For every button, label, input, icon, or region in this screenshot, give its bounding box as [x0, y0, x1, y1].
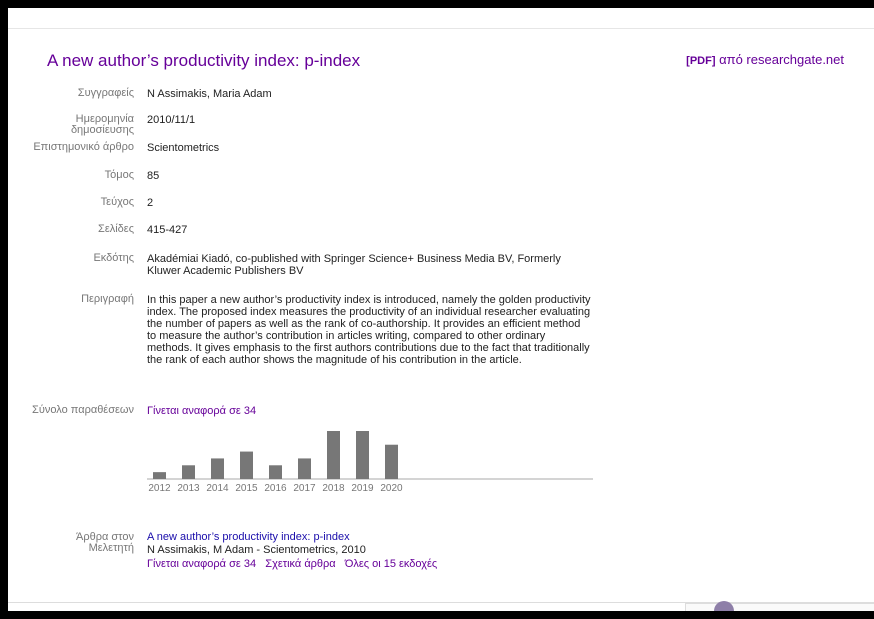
year-tick-2020: 2020 [380, 483, 403, 494]
year-tick-2016: 2016 [264, 483, 287, 494]
citation-bar-2016[interactable] [269, 465, 282, 479]
citation-bar-2015[interactable] [240, 451, 253, 479]
scholar-versions-link[interactable]: Όλες οι 15 εκδοχές [345, 558, 437, 570]
citation-bar-2018[interactable] [327, 431, 340, 479]
description-value: In this paper a new author’s productivit… [147, 294, 591, 366]
year-tick-2018: 2018 [322, 483, 345, 494]
date-value: 2010/11/1 [147, 114, 196, 126]
issue-value: 2 [147, 197, 154, 209]
volume-value: 85 [147, 170, 160, 182]
scholar-article-link[interactable]: A new author’s productivity index: p-ind… [147, 531, 597, 543]
scholar-links: Γίνεται αναφορά σε 34 Σχετικά άρθρα Όλες… [147, 558, 597, 570]
scholar-cited-by-link[interactable]: Γίνεται αναφορά σε 34 [147, 558, 256, 570]
issue-label: Τεύχος [100, 196, 134, 208]
journal-label: Επιστημονικό άρθρο [33, 141, 134, 153]
pages-label: Σελίδες [98, 223, 134, 235]
article-page: A new author’s productivity index: p-ind… [8, 8, 874, 611]
authors-value: N Assimakis, Maria Adam [147, 88, 272, 100]
pages-value: 415-427 [147, 224, 188, 236]
pdf-source: από researchgate.net [719, 52, 844, 67]
citations-label: Σύνολο παραθέσεων [32, 404, 134, 416]
article-title-link[interactable]: A new author’s productivity index: p-ind… [47, 51, 360, 71]
description-label: Περιγραφή [81, 293, 134, 305]
authors-label: Συγγραφείς [77, 87, 134, 99]
citation-bar-2014[interactable] [211, 458, 224, 479]
scholar-related-link[interactable]: Σχετικά άρθρα [265, 558, 335, 570]
year-tick-2012: 2012 [148, 483, 171, 494]
scholar-label: Άρθρα στον Μελετητή [76, 531, 134, 554]
scholar-meta: N Assimakis, M Adam - Scientometrics, 20… [147, 544, 366, 556]
citation-bar-2012[interactable] [153, 472, 166, 479]
pdf-link[interactable]: [PDF] από researchgate.net [686, 52, 844, 67]
volume-label: Τόμος [104, 169, 134, 181]
citations-chart: 2012 2013 2014 2015 2016 2017 2018 2019 2020 [147, 431, 593, 494]
top-divider [8, 28, 874, 29]
citation-bar-2020[interactable] [385, 444, 398, 479]
citation-bar-2017[interactable] [298, 458, 311, 479]
year-tick-2013: 2013 [177, 483, 200, 494]
pdf-tag: [PDF] [686, 55, 716, 67]
date-label: Ημερομηνία δημοσίευσης [70, 113, 134, 136]
cited-by-link[interactable]: Γίνεται αναφορά σε 34 [147, 405, 597, 417]
year-tick-2017: 2017 [293, 483, 316, 494]
citation-bar-2013[interactable] [182, 465, 195, 479]
publisher-value: Akadémiai Kiadó, co-published with Sprin… [147, 253, 561, 277]
publisher-label: Εκδότης [93, 252, 134, 264]
year-tick-2019: 2019 [351, 483, 374, 494]
journal-value: Scientometrics [147, 142, 220, 154]
year-tick-2015: 2015 [235, 483, 258, 494]
year-tick-2014: 2014 [206, 483, 229, 494]
citation-bar-2019[interactable] [356, 431, 369, 479]
